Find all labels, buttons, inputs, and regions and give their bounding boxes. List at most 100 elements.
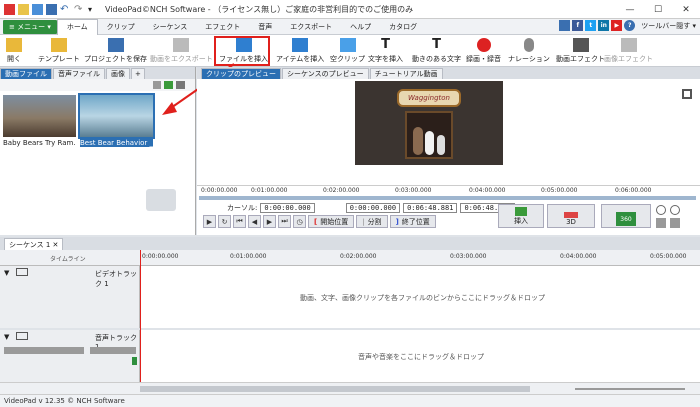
record-icon <box>476 38 491 52</box>
timeline-scrollbar[interactable] <box>0 382 700 394</box>
maximize-button[interactable]: ☐ <box>644 0 672 19</box>
tab-sequence[interactable]: シーケンス <box>144 19 197 35</box>
undo-icon[interactable]: ↶ <box>60 4 71 15</box>
zoom-slider[interactable] <box>575 388 685 390</box>
tab-sequence-1[interactable]: シーケンス 1 ✕ <box>4 238 64 250</box>
record-button[interactable]: 録画・録音 <box>466 36 501 66</box>
image-effects-button[interactable]: 画像エフェクト <box>604 36 653 66</box>
clip-thumbnail[interactable]: Baby Bears Try Ram... <box>3 95 76 147</box>
tab-video-files[interactable]: 動画ファイル <box>0 68 52 79</box>
new-folder-icon[interactable] <box>18 3 29 15</box>
save-project-button[interactable]: プロジェクトを保存 <box>84 36 147 66</box>
close-button[interactable]: ✕ <box>672 0 700 19</box>
menu-button[interactable]: ≡ メニュー ▾ <box>3 19 57 34</box>
insert-item-button[interactable]: アイテムを挿入 <box>276 36 324 66</box>
blank-clip-button[interactable]: 空クリップ <box>330 36 365 66</box>
template-icon <box>50 38 67 52</box>
end-position-button[interactable]: ] 終了位置 <box>389 215 436 228</box>
scroll-thumb[interactable] <box>140 386 530 392</box>
insert-text-button[interactable]: T 文字を挿入 <box>368 36 403 66</box>
zoom-out-icon[interactable] <box>656 205 666 215</box>
facebook-icon[interactable]: f <box>572 20 584 31</box>
redo-icon[interactable]: ↷ <box>74 4 85 15</box>
status-text: VideoPad v 12.35 © NCH Software <box>4 397 125 405</box>
template-button[interactable]: テンプレート <box>38 36 80 66</box>
split-button[interactable]: | 分割 <box>356 215 388 228</box>
dropdown-icon[interactable]: ▾ <box>88 4 99 15</box>
hide-toolbar-button[interactable]: ツールバー隠す ▾ <box>641 21 696 31</box>
bear-ice <box>425 131 434 155</box>
narration-button[interactable]: ナレーション <box>508 36 550 66</box>
insert-text-label: 文字を挿入 <box>368 55 403 63</box>
collapse-icon[interactable]: ▼ <box>4 269 9 277</box>
narration-label: ナレーション <box>508 55 550 63</box>
image-effects-icon <box>620 38 637 52</box>
bear-grizzly <box>413 127 423 155</box>
clip-caption: Baby Bears Try Ram... <box>3 139 76 147</box>
skip-start-icon[interactable]: ⏮ <box>233 215 246 228</box>
video-effects-button[interactable]: 動画エフェクト <box>556 36 605 66</box>
audio-track[interactable]: ▼ 音声トラック 1 音声や音楽をここにドラッグ＆ドロップ <box>0 330 700 382</box>
video-track[interactable]: ▼ ビデオトラック 1 動画、文字、画像クリップを各ファイルのビンからここにドラ… <box>0 266 700 328</box>
tab-tutorial-video[interactable]: チュートリアル動画 <box>369 68 443 79</box>
save-icon[interactable] <box>46 3 57 15</box>
social-icon-1[interactable] <box>559 20 571 31</box>
animated-text-button[interactable]: T 動きのある文字 <box>412 36 461 66</box>
sign-text: Waggington <box>407 94 450 102</box>
playhead[interactable] <box>140 250 141 382</box>
tab-sequence-preview[interactable]: シーケンスのプレビュー <box>282 68 369 79</box>
volume-slider[interactable] <box>4 347 84 354</box>
tab-images[interactable]: 画像 <box>106 68 130 79</box>
blank-clip-icon <box>339 38 356 52</box>
in-time-field[interactable]: 0:00:00.000 <box>345 203 401 213</box>
tab-audio[interactable]: 音声 <box>249 19 281 35</box>
youtube-icon[interactable]: ▶ <box>611 20 623 31</box>
video-effects-label: 動画エフェクト <box>556 55 605 63</box>
linkedin-icon[interactable]: in <box>598 20 610 31</box>
3d-button[interactable]: 3D <box>547 204 595 228</box>
start-position-button[interactable]: [開始位置 <box>308 215 355 228</box>
track-toggle-icon[interactable] <box>16 268 28 276</box>
undock-icon[interactable] <box>670 218 680 228</box>
open-icon[interactable] <box>32 3 43 15</box>
video-effects-icon <box>572 38 589 52</box>
minimize-button[interactable]: — <box>616 0 644 19</box>
step-back-icon[interactable]: ◀ <box>248 215 261 228</box>
360-button[interactable]: 360 <box>601 204 651 228</box>
tab-export[interactable]: エクスポート <box>281 19 341 35</box>
video-track-name: ビデオトラック 1 <box>95 270 137 288</box>
tab-effects[interactable]: エフェクト <box>196 19 249 35</box>
tab-help[interactable]: ヘルプ <box>341 19 380 35</box>
loop-icon[interactable]: ↻ <box>218 215 231 228</box>
tab-clip-preview[interactable]: クリップのプレビュー <box>201 68 281 79</box>
fullscreen-icon[interactable] <box>682 89 692 99</box>
zoom-in-icon[interactable] <box>670 205 680 215</box>
step-forward-icon[interactable]: ▶ <box>263 215 276 228</box>
add-bin-button[interactable]: + <box>131 68 145 79</box>
pan-slider[interactable] <box>90 347 136 354</box>
transport-controls: ▶ ↻ ⏮ ◀ ▶ ⏭ ◷ [開始位置 | 分割 ] 終了位置 <box>203 215 436 228</box>
insert-button[interactable]: 挿入 <box>498 204 544 228</box>
ruler-tick: 0:04:00.000 <box>560 253 597 260</box>
tab-audio-files[interactable]: 音声ファイル <box>53 68 105 79</box>
ruler-tick: 0:06:00.000 <box>615 187 652 194</box>
speed-icon[interactable]: ◷ <box>293 215 306 228</box>
tab-catalog[interactable]: カタログ <box>380 19 426 35</box>
collapse-icon[interactable]: ▼ <box>4 333 9 341</box>
tab-clip[interactable]: クリップ <box>98 19 144 35</box>
preview-scrub-bar[interactable] <box>199 196 696 200</box>
help-icon[interactable]: ? <box>624 20 636 31</box>
out-time-field[interactable]: 0:06:48.881 <box>403 203 458 213</box>
speaker-icon[interactable] <box>16 332 28 340</box>
cursor-time-field[interactable]: 0:00:00.000 <box>260 203 315 213</box>
twitter-icon[interactable]: t <box>585 20 597 31</box>
tab-home[interactable]: ホーム <box>56 18 98 35</box>
skip-end-icon[interactable]: ⏭ <box>278 215 291 228</box>
bear-panda <box>437 135 445 155</box>
audio-level-meter <box>132 357 137 365</box>
open-label: 開く <box>7 55 21 63</box>
play-icon[interactable]: ▶ <box>203 215 216 228</box>
clip-thumbnail[interactable]: Best Bear Behavior _... <box>78 93 155 147</box>
snapshot-icon[interactable] <box>656 218 666 228</box>
open-button[interactable]: 開く <box>6 36 22 66</box>
